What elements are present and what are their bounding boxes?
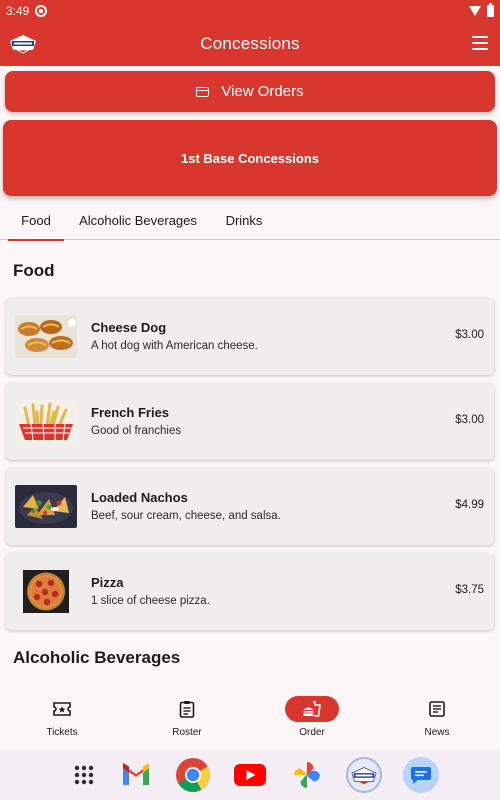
nav-news-label: News bbox=[424, 727, 450, 738]
tab-alcoholic-beverages-label: Alcoholic Beverages bbox=[79, 212, 197, 228]
item-name: Loaded Nachos bbox=[91, 490, 188, 505]
item-name: Cheese Dog bbox=[91, 320, 167, 335]
app-drawer-icon[interactable] bbox=[66, 757, 102, 793]
youtube-icon[interactable] bbox=[232, 757, 268, 793]
system-dock bbox=[0, 750, 500, 800]
item-price: $3.00 bbox=[455, 329, 484, 341]
category-tabs: Food Alcoholic Beverages Drinks bbox=[0, 200, 500, 241]
nav-news[interactable]: News bbox=[387, 684, 487, 750]
menu-item-pizza[interactable]: Pizza 1 slice of cheese pizza. $3.75 bbox=[6, 553, 494, 630]
nav-tickets-label: Tickets bbox=[46, 727, 78, 738]
nav-roster-label: Roster bbox=[172, 727, 202, 738]
item-name: Pizza bbox=[91, 575, 124, 590]
section-title-food: Food bbox=[13, 261, 55, 280]
nav-order-label: Order bbox=[299, 727, 325, 738]
tab-food-label: Food bbox=[21, 212, 51, 228]
menu-item-cheese-dog[interactable]: Cheese Dog A hot dog with American chees… bbox=[6, 298, 494, 375]
fastfood-icon bbox=[303, 701, 321, 717]
team-logo-icon[interactable] bbox=[8, 32, 38, 54]
view-orders-button[interactable]: View Orders bbox=[5, 71, 495, 112]
stand-name: 1st Base Concessions bbox=[180, 150, 319, 166]
menu-item-french-fries[interactable]: French Fries Good ol franchies $3.00 bbox=[6, 383, 494, 460]
wifi-icon bbox=[469, 6, 481, 16]
item-price: $3.75 bbox=[455, 584, 484, 596]
clipboard-icon bbox=[179, 701, 195, 718]
photos-icon[interactable] bbox=[289, 757, 325, 793]
item-description: Beef, sour cream, cheese, and salsa. bbox=[91, 510, 281, 522]
tab-drinks[interactable]: Drinks bbox=[214, 200, 274, 240]
credit-card-icon bbox=[196, 86, 210, 97]
pizza-image bbox=[15, 570, 77, 613]
item-description: A hot dog with American cheese. bbox=[91, 340, 258, 352]
tab-drinks-label: Drinks bbox=[225, 212, 263, 228]
item-price: $4.99 bbox=[455, 499, 484, 511]
item-name: French Fries bbox=[91, 405, 170, 420]
gmail-icon[interactable] bbox=[118, 757, 154, 793]
nav-order[interactable]: Order bbox=[262, 684, 362, 750]
bottom-navigation: Tickets Roster Order News bbox=[0, 684, 500, 750]
tab-food[interactable]: Food bbox=[8, 200, 64, 241]
tab-alcoholic-beverages[interactable]: Alcoholic Beverages bbox=[70, 200, 206, 240]
item-price: $3.00 bbox=[455, 414, 484, 426]
view-orders-label: View Orders bbox=[221, 83, 304, 100]
status-bar: 3:49 bbox=[0, 0, 500, 22]
hamburger-menu-icon[interactable] bbox=[472, 36, 488, 50]
chrome-icon[interactable] bbox=[175, 757, 211, 793]
item-description: 1 slice of cheese pizza. bbox=[91, 595, 210, 607]
team-app-icon[interactable] bbox=[346, 757, 382, 793]
item-description: Good ol franchies bbox=[91, 425, 182, 437]
messages-icon[interactable] bbox=[403, 757, 439, 793]
app-bar: Concessions bbox=[0, 22, 500, 66]
section-title-alcoholic-beverages: Alcoholic Beverages bbox=[13, 648, 181, 667]
newspaper-icon bbox=[429, 701, 445, 717]
concession-stand-banner: 1st Base Concessions bbox=[3, 120, 497, 196]
nav-tickets[interactable]: Tickets bbox=[12, 684, 112, 750]
french-fries-image bbox=[15, 400, 77, 443]
nav-roster[interactable]: Roster bbox=[137, 684, 237, 750]
loaded-nachos-image bbox=[15, 485, 77, 528]
battery-icon bbox=[487, 3, 494, 17]
page-title: Concessions bbox=[200, 34, 300, 53]
cheese-dog-image bbox=[15, 315, 77, 358]
menu-item-loaded-nachos[interactable]: Loaded Nachos Beef, sour cream, cheese, … bbox=[6, 468, 494, 545]
notification-icon bbox=[35, 5, 48, 17]
status-time: 3:49 bbox=[6, 4, 30, 18]
ticket-icon bbox=[53, 702, 71, 716]
